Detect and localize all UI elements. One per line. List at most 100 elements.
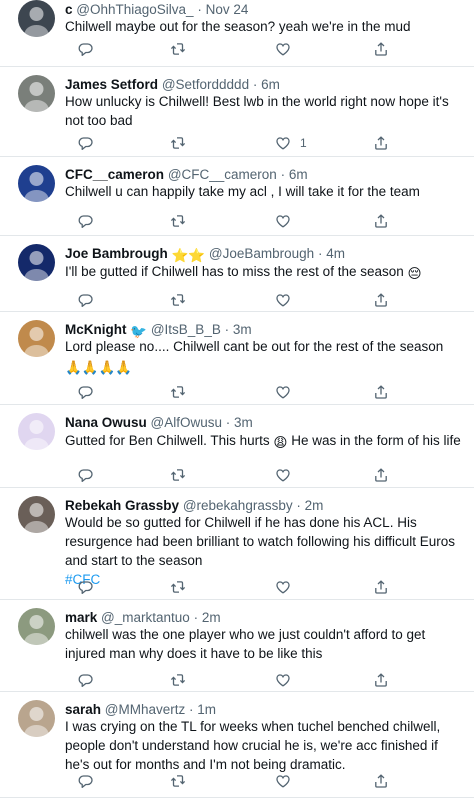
timestamp[interactable]: 2m — [202, 610, 221, 625]
share-button[interactable] — [373, 466, 389, 484]
avatar[interactable] — [18, 75, 55, 112]
like-button[interactable] — [275, 212, 300, 230]
like-button[interactable] — [275, 40, 300, 58]
timestamp[interactable]: 3m — [234, 415, 253, 430]
retweet-icon — [170, 213, 186, 229]
reply-button[interactable] — [77, 134, 93, 152]
like-button[interactable] — [275, 466, 300, 484]
retweet-button[interactable] — [170, 212, 186, 230]
author-handle[interactable]: @OhhThiagoSilva_ — [76, 2, 193, 17]
retweet-button[interactable] — [170, 671, 186, 689]
retweet-button[interactable] — [170, 383, 186, 401]
author-name[interactable]: Nana Owusu — [65, 415, 147, 430]
like-button[interactable]: 1 — [275, 134, 307, 152]
author-name[interactable]: CFC__cameron — [65, 167, 164, 182]
author-handle[interactable]: @AlfOwusu — [151, 415, 222, 430]
retweet-button[interactable] — [170, 40, 186, 58]
reply-button[interactable] — [77, 291, 93, 309]
like-count: 1 — [300, 136, 307, 150]
timestamp[interactable]: 6m — [289, 167, 308, 182]
share-button[interactable] — [373, 772, 389, 790]
share-icon — [373, 773, 389, 789]
reply-button[interactable] — [77, 671, 93, 689]
reply-button[interactable] — [77, 40, 93, 58]
avatar[interactable] — [18, 244, 55, 281]
heart-icon — [275, 213, 291, 229]
tweet[interactable]: CFC__cameron @CFC__cameron · 6m Chilwell … — [0, 157, 474, 236]
tweet[interactable]: c @OhhThiagoSilva_ · Nov 24 Chilwell mayb… — [0, 0, 474, 67]
share-icon — [373, 384, 389, 400]
author-name[interactable]: mark — [65, 610, 97, 625]
avatar[interactable] — [18, 0, 55, 37]
share-icon — [373, 41, 389, 57]
like-button[interactable] — [275, 291, 300, 309]
timestamp[interactable]: Nov 24 — [206, 2, 249, 17]
retweet-icon — [170, 773, 186, 789]
avatar[interactable] — [18, 700, 55, 737]
like-button[interactable] — [275, 671, 300, 689]
separator-dot: · — [224, 322, 230, 337]
author-handle[interactable]: @_marktantuo — [101, 610, 190, 625]
tweet-text-content: Chilwell maybe out for the season? yeah … — [65, 19, 411, 34]
like-button[interactable] — [275, 383, 300, 401]
share-button[interactable] — [373, 578, 389, 596]
author-name[interactable]: c — [65, 2, 73, 17]
author-name[interactable]: McKnight — [65, 322, 127, 337]
author-handle[interactable]: @MMhavertz — [105, 702, 185, 717]
reply-button[interactable] — [77, 383, 93, 401]
avatar[interactable] — [18, 320, 55, 357]
tweet[interactable]: Joe Bambrough ⭐⭐ @JoeBambrough · 4m I'll … — [0, 236, 474, 312]
avatar[interactable] — [18, 608, 55, 645]
share-button[interactable] — [373, 291, 389, 309]
author-name[interactable]: sarah — [65, 702, 101, 717]
reply-button[interactable] — [77, 578, 93, 596]
share-button[interactable] — [373, 671, 389, 689]
retweet-icon — [170, 292, 186, 308]
tweet-text-content: Gutted for Ben Chilwell. This hurts — [65, 433, 270, 448]
tweet-header: c @OhhThiagoSilva_ · Nov 24 — [65, 1, 466, 18]
author-handle[interactable]: @Setforddddd — [162, 77, 249, 92]
tweet[interactable]: Nana Owusu @AlfOwusu · 3m Gutted for Ben … — [0, 405, 474, 488]
tweet-actions — [0, 671, 474, 689]
timestamp[interactable]: 3m — [233, 322, 252, 337]
avatar[interactable] — [18, 496, 55, 533]
tweet[interactable]: sarah @MMhavertz · 1m I was crying on the… — [0, 692, 474, 798]
tweet[interactable]: McKnight 🐦 @ItsB_B_B · 3m Lord please no.… — [0, 312, 474, 405]
reply-icon — [77, 213, 93, 229]
author-name[interactable]: James Setford — [65, 77, 158, 92]
author-handle[interactable]: @JoeBambrough — [209, 246, 314, 261]
author-handle[interactable]: @ItsB_B_B — [151, 322, 221, 337]
timestamp[interactable]: 4m — [326, 246, 345, 261]
timestamp[interactable]: 2m — [305, 498, 324, 513]
retweet-button[interactable] — [170, 134, 186, 152]
retweet-button[interactable] — [170, 291, 186, 309]
retweet-button[interactable] — [170, 772, 186, 790]
timestamp[interactable]: 6m — [261, 77, 280, 92]
like-button[interactable] — [275, 772, 300, 790]
share-icon — [373, 135, 389, 151]
share-button[interactable] — [373, 212, 389, 230]
separator-dot: · — [225, 415, 231, 430]
tweet[interactable]: James Setford @Setforddddd · 6m How unluc… — [0, 67, 474, 157]
reply-button[interactable] — [77, 772, 93, 790]
share-button[interactable] — [373, 134, 389, 152]
retweet-button[interactable] — [170, 578, 186, 596]
tweet-header: James Setford @Setforddddd · 6m — [65, 76, 466, 93]
share-button[interactable] — [373, 40, 389, 58]
share-button[interactable] — [373, 383, 389, 401]
author-handle[interactable]: @rebekahgrassby — [183, 498, 293, 513]
author-handle[interactable]: @CFC__cameron — [168, 167, 277, 182]
reply-button[interactable] — [77, 212, 93, 230]
timestamp[interactable]: 1m — [197, 702, 216, 717]
author-name[interactable]: Rebekah Grassby — [65, 498, 179, 513]
like-button[interactable] — [275, 578, 300, 596]
reply-button[interactable] — [77, 466, 93, 484]
tweet[interactable]: Rebekah Grassby @rebekahgrassby · 2m Woul… — [0, 488, 474, 600]
separator-dot: · — [189, 702, 194, 717]
avatar[interactable] — [18, 413, 55, 450]
author-name[interactable]: Joe Bambrough — [65, 246, 168, 261]
avatar[interactable] — [18, 165, 55, 202]
retweet-button[interactable] — [170, 466, 186, 484]
reply-icon — [77, 467, 93, 483]
tweet[interactable]: mark @_marktantuo · 2m chilwell was the o… — [0, 600, 474, 692]
